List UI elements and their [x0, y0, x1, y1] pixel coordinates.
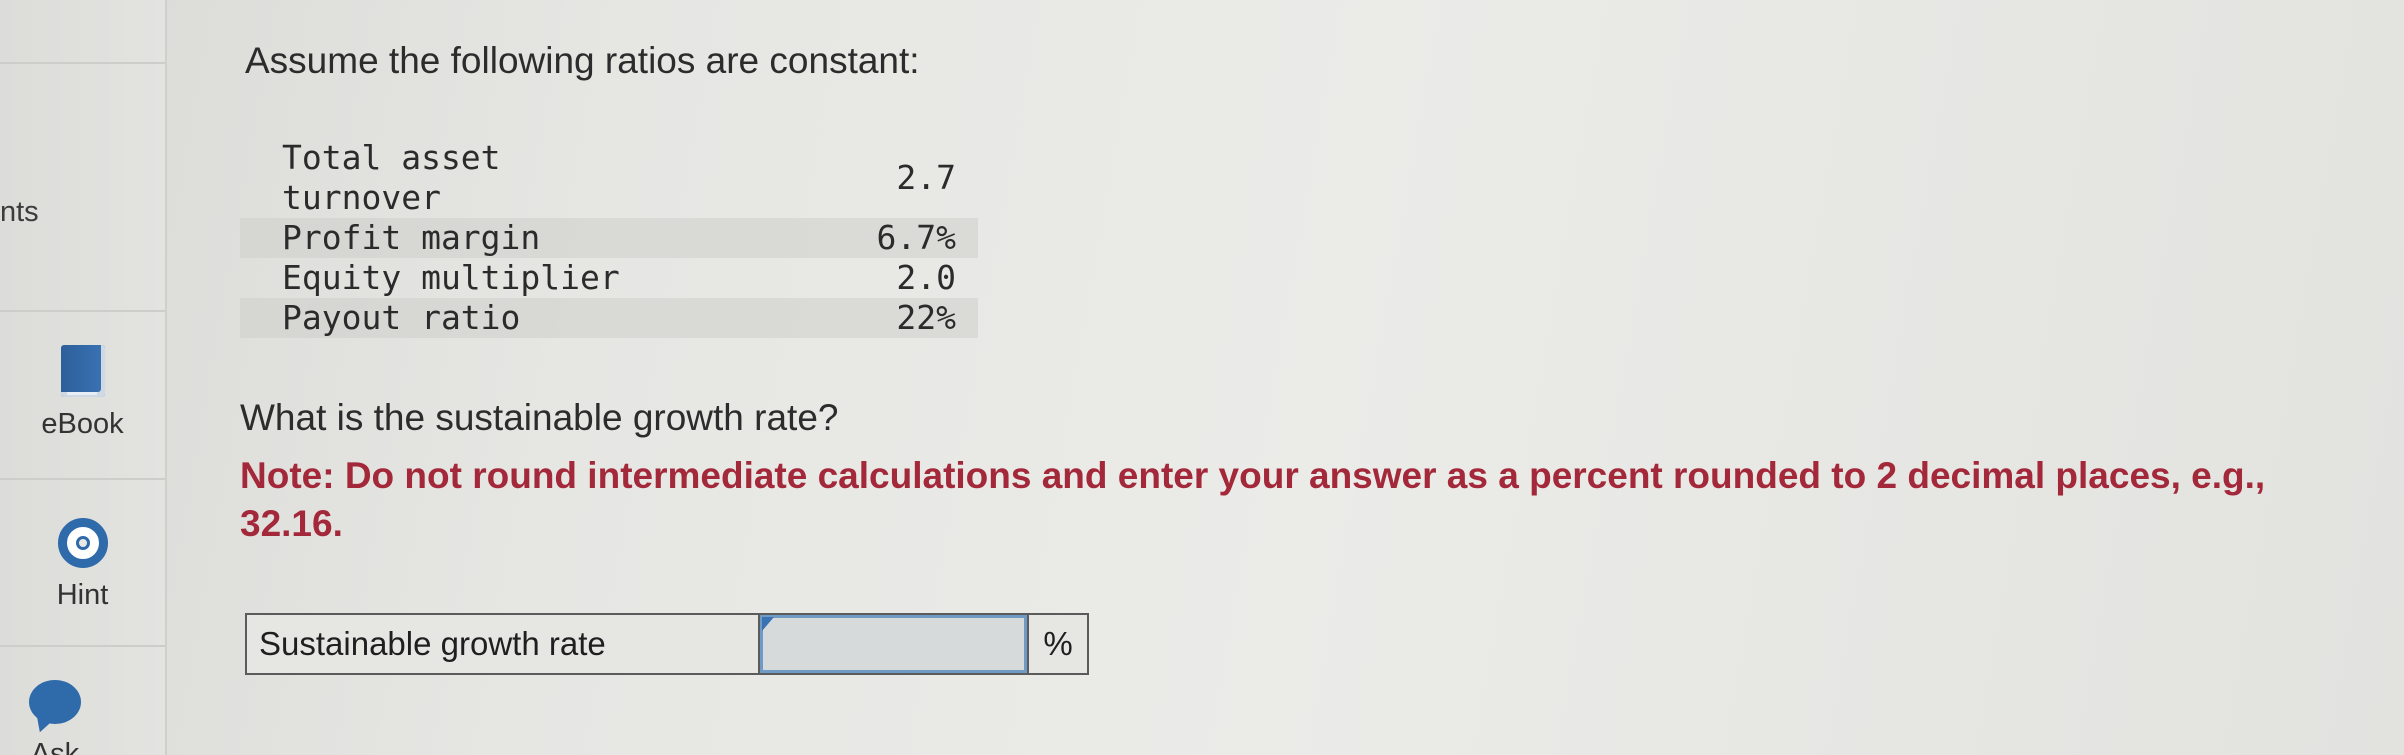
left-sidebar: nts eBook Hint Ask: [0, 0, 167, 755]
book-icon: [60, 345, 105, 397]
question-intro: Assume the following ratios are constant…: [245, 40, 920, 81]
sidebar-item-label: Hint: [56, 579, 109, 611]
ratio-table: Total asset turnover 2.7 Profit margin 6…: [240, 138, 978, 338]
rounding-note: Note: Do not round intermediate calculat…: [240, 455, 2266, 544]
table-row: Payout ratio 22%: [240, 298, 978, 338]
sidebar-divider: [0, 62, 165, 64]
ratio-value: 22%: [856, 298, 978, 338]
ratio-name-line: Total asset: [282, 138, 501, 177]
sidebar-divider: [0, 645, 165, 647]
table-row: Total asset turnover 2.7: [240, 138, 978, 218]
ratio-name-line: turnover: [282, 178, 441, 217]
ratio-name: Total asset turnover: [240, 138, 856, 218]
ratio-name: Profit margin: [240, 218, 856, 258]
sustainable-growth-rate-input[interactable]: [760, 615, 1027, 673]
sidebar-item-label: eBook: [41, 408, 124, 440]
answer-label: Sustainable growth rate: [247, 615, 760, 673]
ratio-value: 2.0: [896, 258, 956, 297]
sidebar-item-label: Ask: [30, 738, 80, 755]
table-row: Profit margin 6.7%: [240, 218, 978, 258]
sidebar-item-ask[interactable]: [0, 680, 110, 729]
lifebuoy-icon: [57, 518, 108, 568]
ratio-value: 2.7: [896, 158, 956, 197]
sidebar-divider: [0, 310, 165, 312]
sidebar-divider: [0, 478, 165, 480]
answer-row: Sustainable growth rate %: [245, 613, 1089, 675]
sidebar-item-ebook[interactable]: eBook: [0, 345, 165, 441]
ratio-name: Payout ratio: [240, 298, 856, 338]
question-prompt: What is the sustainable growth rate?: [240, 397, 839, 438]
ratio-value: 6.7%: [856, 218, 978, 258]
percent-unit: %: [1043, 625, 1073, 662]
chat-bubble-icon: [29, 680, 81, 724]
sidebar-partial-label: nts: [0, 196, 39, 228]
ratio-name: Equity multiplier: [282, 258, 620, 297]
answer-input-cell: [760, 615, 1029, 673]
table-row: Equity multiplier 2.0: [240, 258, 978, 298]
sidebar-item-hint[interactable]: Hint: [0, 518, 165, 612]
